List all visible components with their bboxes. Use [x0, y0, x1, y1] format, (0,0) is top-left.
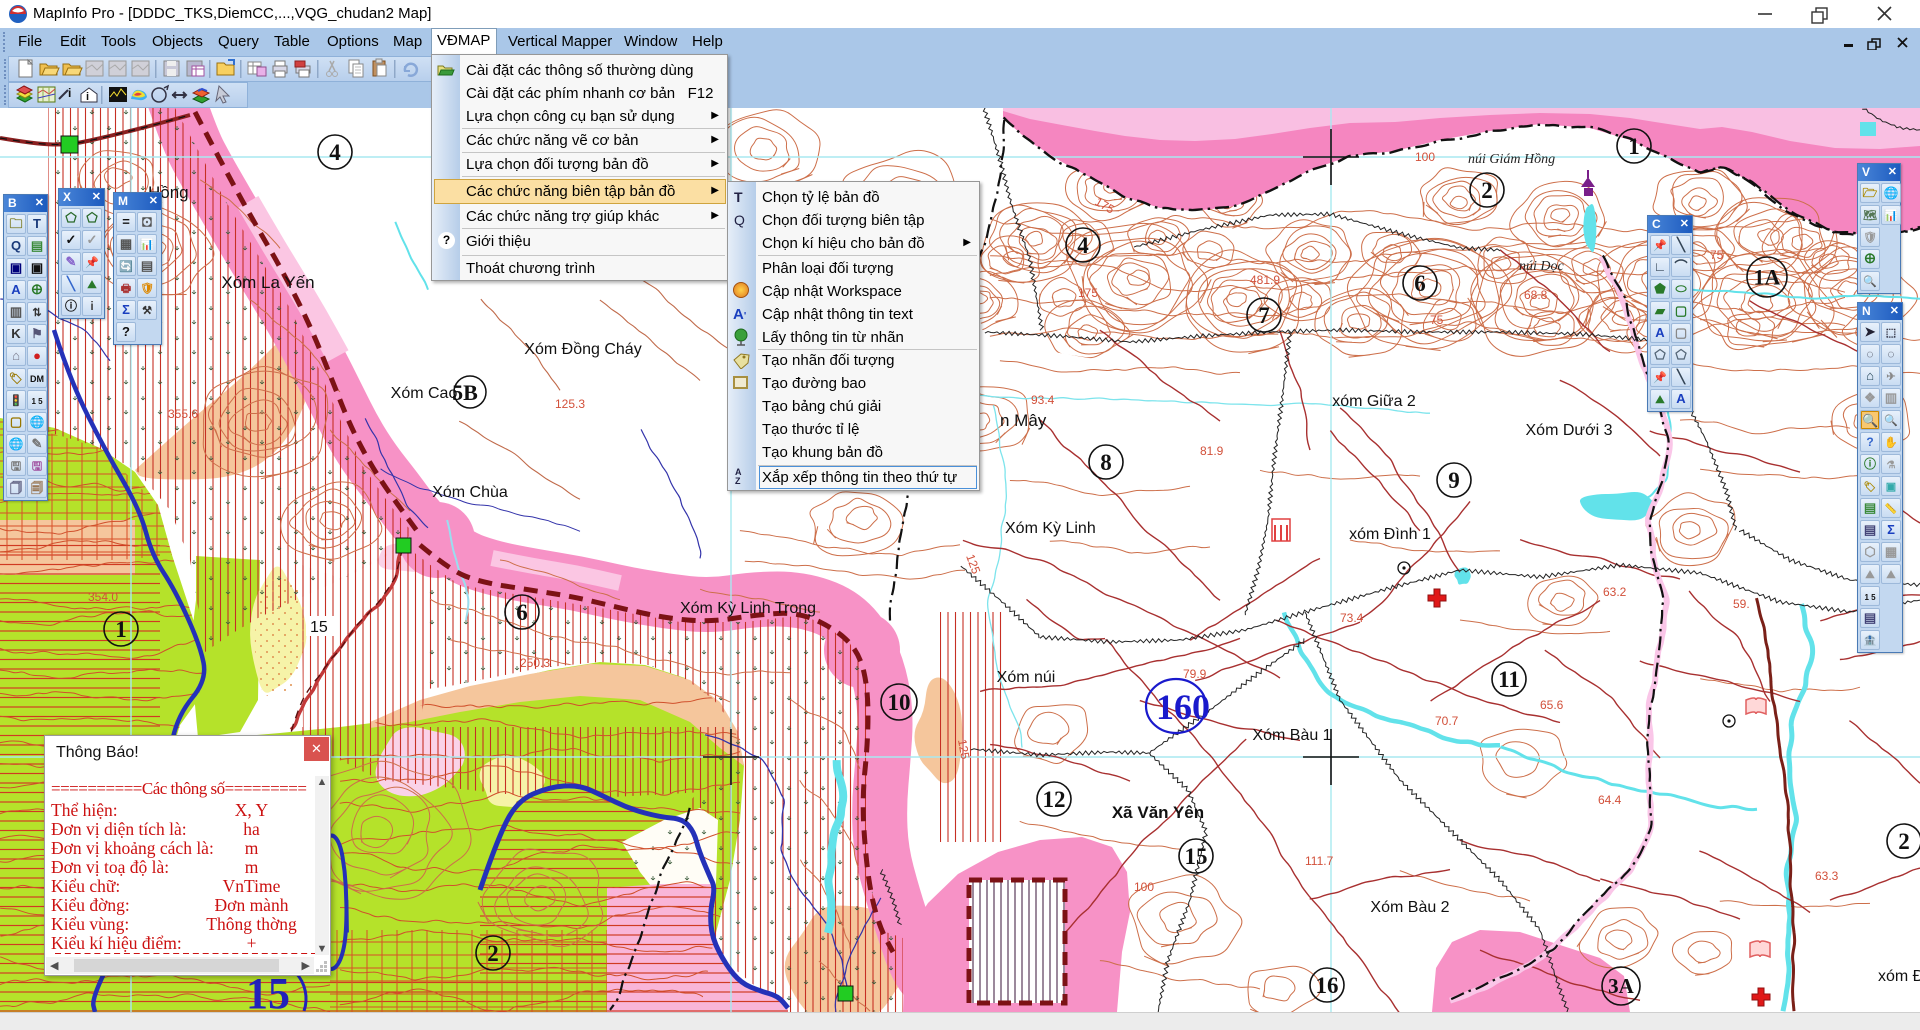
svg-text:111.7: 111.7	[1305, 854, 1334, 868]
svg-text:i: i	[68, 86, 71, 100]
svg-text:70.7: 70.7	[1435, 714, 1459, 728]
svg-text:xóm Đình 1: xóm Đình 1	[1349, 526, 1431, 543]
svg-text:Xóm Kỳ Linh Trong: Xóm Kỳ Linh Trong	[680, 600, 816, 617]
svg-text:xóm Giữa 2: xóm Giữa 2	[1332, 393, 1416, 410]
svg-text:8: 8	[1100, 450, 1112, 475]
svg-text:i: i	[86, 91, 89, 103]
svg-text:81.9: 81.9	[1200, 444, 1224, 458]
svg-text:2: 2	[1898, 829, 1910, 854]
svg-text:75: 75	[1710, 248, 1724, 262]
svg-text:1: 1	[115, 617, 127, 642]
svg-text:Xóm Chùa: Xóm Chùa	[432, 484, 508, 501]
svg-text:10: 10	[888, 690, 911, 715]
svg-text:12: 12	[1043, 787, 1066, 812]
svg-text:2: 2	[1481, 178, 1493, 203]
svg-text:125.3: 125.3	[555, 397, 585, 411]
svg-text:7: 7	[1258, 303, 1270, 328]
svg-text:16: 16	[1316, 973, 1339, 998]
svg-text:Xóm Đồng Cháy: Xóm Đồng Cháy	[524, 341, 641, 358]
svg-text:15: 15	[1185, 844, 1208, 869]
svg-text:Xóm Dưới 3: Xóm Dưới 3	[1526, 422, 1613, 439]
svg-text:núi Dọc: núi Dọc	[1519, 259, 1565, 274]
svg-text:9: 9	[1448, 468, 1460, 493]
svg-text:Xóm Bàu 1: Xóm Bàu 1	[1252, 727, 1331, 744]
svg-text:68.8: 68.8	[1524, 288, 1548, 302]
svg-text:núi Giám Hồng: núi Giám Hồng	[1468, 152, 1555, 167]
svg-text:59.: 59.	[1733, 597, 1750, 611]
svg-text:250.3: 250.3	[520, 656, 550, 670]
svg-text:Xóm Cao: Xóm Cao	[391, 385, 458, 402]
svg-text:63.3: 63.3	[1815, 869, 1839, 883]
svg-text:Xóm Kỳ Linh: Xóm Kỳ Linh	[1005, 520, 1096, 537]
svg-text:100: 100	[1134, 880, 1154, 894]
svg-text:65.6: 65.6	[1540, 698, 1564, 712]
svg-text:Xóm La Yến: Xóm La Yến	[221, 273, 314, 292]
svg-text:100: 100	[1415, 150, 1435, 164]
svg-text:Xã Văn Yên: Xã Văn Yên	[1112, 803, 1204, 822]
svg-text:175: 175	[1078, 286, 1098, 300]
svg-text:73.4: 73.4	[1340, 611, 1364, 625]
svg-text:2: 2	[487, 941, 499, 966]
svg-text:64.4: 64.4	[1598, 793, 1622, 807]
svg-text:3A: 3A	[1608, 974, 1635, 998]
svg-text:481.9: 481.9	[1250, 273, 1280, 287]
svg-text:1: 1	[1628, 134, 1640, 159]
svg-text:4: 4	[329, 140, 341, 165]
svg-text:355.6: 355.6	[168, 407, 198, 421]
svg-text:n Mây: n Mây	[1000, 411, 1047, 430]
svg-text:15: 15	[310, 619, 328, 636]
svg-text:79.9: 79.9	[1183, 667, 1207, 681]
svg-text:11: 11	[1498, 667, 1520, 692]
svg-text:63.2: 63.2	[1603, 585, 1627, 599]
svg-text:1A: 1A	[1754, 264, 1781, 289]
svg-text:xóm Đ: xóm Đ	[1878, 968, 1920, 985]
svg-text:6: 6	[516, 600, 528, 625]
svg-text:Xóm núi: Xóm núi	[997, 669, 1056, 686]
svg-text:4: 4	[1077, 233, 1089, 258]
svg-text:6: 6	[1414, 271, 1426, 296]
svg-text:93.4: 93.4	[1031, 393, 1055, 407]
svg-text:Xóm Bàu 2: Xóm Bàu 2	[1370, 899, 1449, 916]
svg-text:354.0: 354.0	[88, 590, 118, 604]
svg-text:75: 75	[1430, 313, 1444, 327]
svg-text:160: 160	[1156, 687, 1210, 727]
